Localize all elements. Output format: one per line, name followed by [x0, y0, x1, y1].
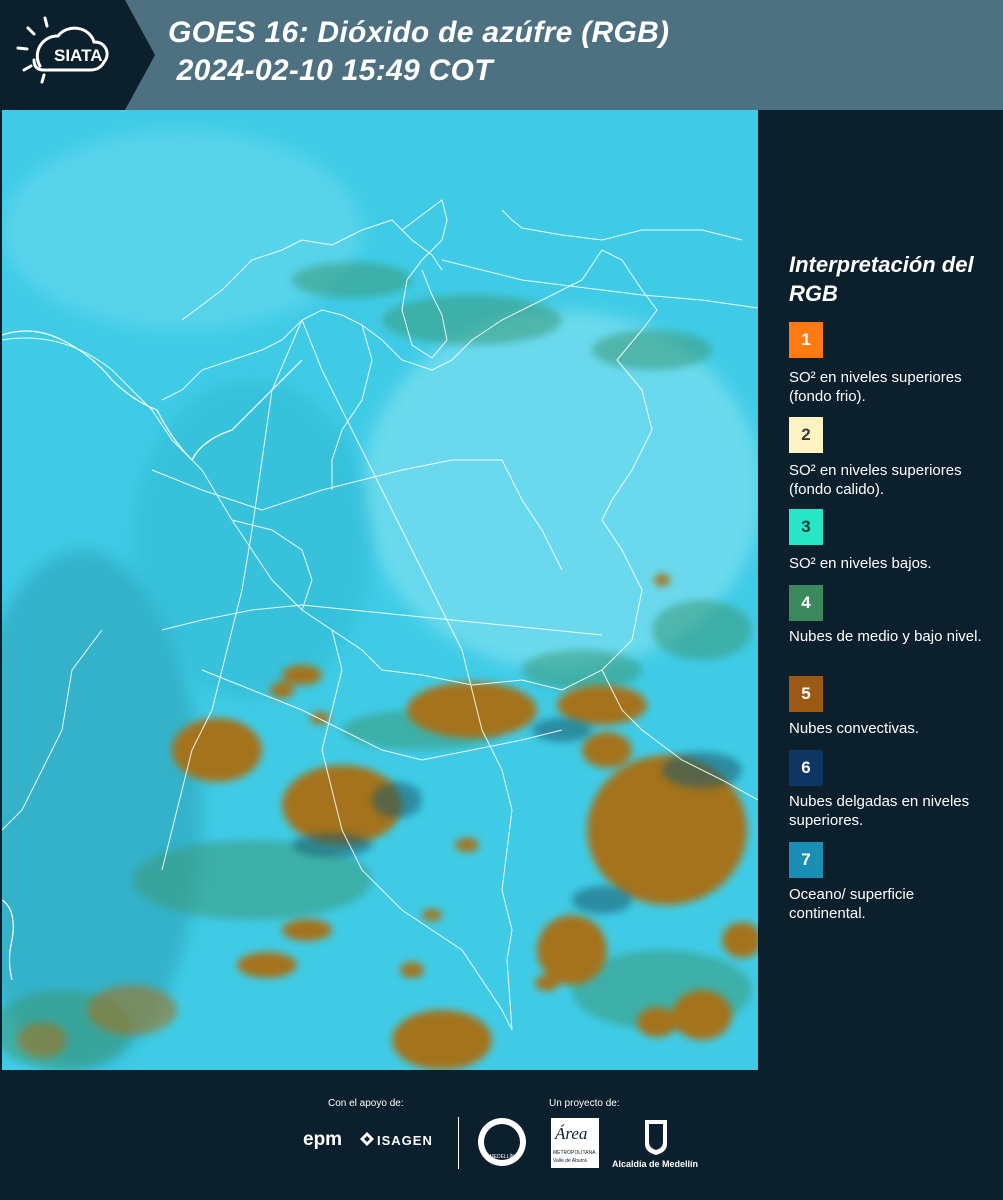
epm-logo: epm — [303, 1129, 343, 1150]
legend-swatch-4: 4 — [789, 585, 823, 621]
legend-swatch-5: 5 — [789, 676, 823, 712]
area-metropolitana-logo: Área METROPOLITANA Valle de Aburrá — [551, 1118, 599, 1168]
legend-label-4: Nubes de medio y bajo nivel. — [789, 628, 982, 645]
siata-logo: SIATA — [0, 0, 160, 110]
alcaldia-shield-icon — [643, 1118, 669, 1156]
legend-swatch-2: 2 — [789, 417, 823, 453]
legend-swatch-7: 7 — [789, 842, 823, 878]
legend-swatch-1: 1 — [789, 322, 823, 358]
isagen-icon — [360, 1132, 374, 1146]
satellite-rgb-map-icon — [2, 110, 758, 1070]
svg-text:SIATA: SIATA — [54, 46, 102, 65]
legend-number: 4 — [801, 593, 811, 612]
legend-label-5: Nubes convectivas. — [789, 720, 920, 737]
legend-number: 1 — [801, 330, 811, 349]
legend-swatch-3: 3 — [789, 509, 823, 545]
legend-number: 6 — [801, 758, 811, 777]
footer: Con el apoyo de: Un proyecto de: epm ISA… — [0, 1070, 1003, 1200]
legend-number: 2 — [801, 425, 811, 444]
legend-label-2: SO² en niveles superiores (fondo calido)… — [789, 462, 962, 498]
legend-label-3: SO² en niveles bajos. — [789, 555, 932, 572]
legend-label-6: Nubes delgadas en niveles superiores. — [789, 793, 970, 829]
legend-number: 3 — [801, 517, 811, 536]
project-label: Un proyecto de: — [549, 1098, 620, 1109]
legend-number: 7 — [801, 850, 811, 869]
legend-panel: Interpretación del RGB 1 SO² en niveles … — [758, 110, 1003, 1070]
isagen-logo: ISAGEN — [377, 1133, 433, 1148]
legend-title: Interpretación del RGB — [789, 252, 974, 306]
header-bar: SIATA GOES 16: Dióxido de azúfre (RGB) 2… — [0, 0, 1003, 110]
page-title: GOES 16: Dióxido de azúfre (RGB) 2024-02… — [168, 16, 670, 87]
support-label: Con el apoyo de: — [328, 1098, 404, 1109]
seal-text: MEDELLÍN — [489, 1154, 515, 1160]
legend-number: 5 — [801, 684, 811, 703]
legend-label-1: SO² en niveles superiores (fondo frio). — [789, 369, 962, 405]
medellin-seal: MEDELLÍN — [478, 1118, 526, 1166]
legend-label-7: Oceano/ superficie continental. — [789, 886, 915, 922]
footer-divider — [458, 1117, 459, 1169]
satellite-map[interactable] — [2, 110, 758, 1070]
legend-swatch-6: 6 — [789, 750, 823, 786]
alcaldia-logo: Alcaldía de Medellín — [612, 1159, 699, 1169]
